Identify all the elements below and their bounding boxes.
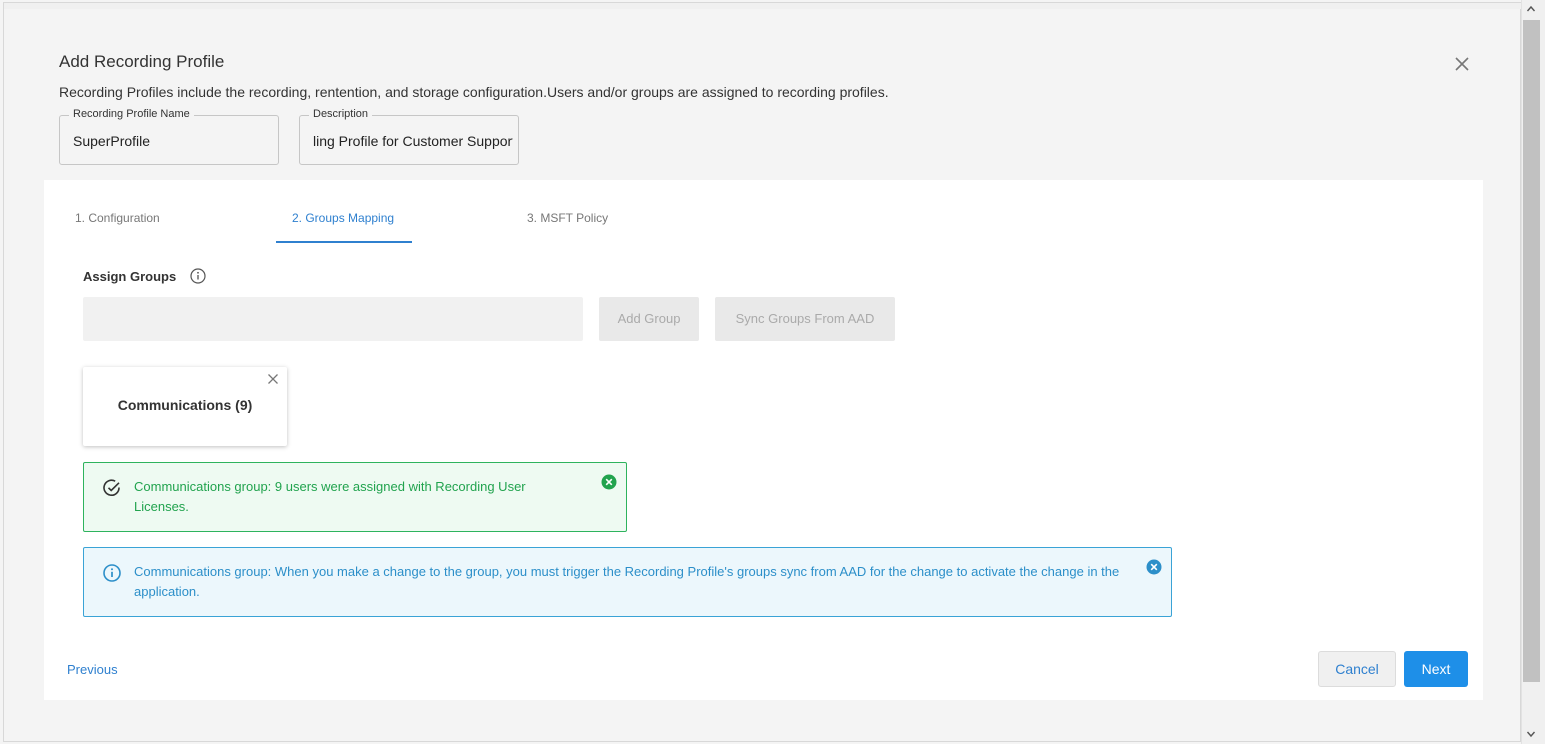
success-alert: Communications group: 9 users were assig… <box>83 462 627 532</box>
vertical-scrollbar[interactable] <box>1521 0 1545 744</box>
info-icon[interactable] <box>190 268 206 284</box>
profile-name-label: Recording Profile Name <box>69 108 194 120</box>
tab-configuration[interactable]: 1. Configuration <box>75 211 160 225</box>
close-alert-icon[interactable] <box>1146 559 1162 575</box>
info-circle-icon <box>103 564 121 582</box>
group-search-input[interactable] <box>83 297 583 341</box>
profile-name-value: SuperProfile <box>73 133 151 149</box>
info-alert-text: Communications group: When you make a ch… <box>134 564 1120 599</box>
dialog-title: Add Recording Profile <box>59 52 225 71</box>
group-card: Communications (9) <box>83 367 287 446</box>
profile-name-field[interactable]: Recording Profile Name SuperProfile <box>59 108 279 165</box>
dialog-subtitle: Recording Profiles include the recording… <box>59 84 889 100</box>
top-strip <box>4 3 1522 9</box>
scrollbar-thumb[interactable] <box>1523 20 1540 682</box>
add-group-button[interactable]: Add Group <box>599 297 699 341</box>
sync-groups-button[interactable]: Sync Groups From AAD <box>715 297 895 341</box>
group-card-label: Communications (9) <box>117 397 253 413</box>
description-label: Description <box>309 108 373 120</box>
close-alert-icon[interactable] <box>601 474 617 490</box>
previous-link[interactable]: Previous <box>67 662 118 677</box>
success-alert-text: Communications group: 9 users were assig… <box>134 479 526 514</box>
info-alert: Communications group: When you make a ch… <box>83 547 1172 617</box>
add-recording-profile-dialog: Add Recording Profile Recording Profiles… <box>3 2 1522 742</box>
check-circle-icon <box>103 479 120 496</box>
next-button[interactable]: Next <box>1404 651 1468 687</box>
scroll-up-icon[interactable] <box>1526 4 1536 14</box>
wizard-panel: 1. Configuration 2. Groups Mapping 3. MS… <box>44 180 1483 700</box>
assign-groups-label: Assign Groups <box>83 269 177 284</box>
tab-groups-mapping[interactable]: 2. Groups Mapping <box>292 211 394 225</box>
scroll-down-icon[interactable] <box>1526 729 1536 739</box>
close-icon[interactable] <box>1453 55 1471 73</box>
description-value: ling Profile for Customer Support <box>313 133 513 149</box>
active-tab-indicator <box>276 241 412 243</box>
cancel-button[interactable]: Cancel <box>1318 651 1396 687</box>
description-field[interactable]: Description ling Profile for Customer Su… <box>299 108 519 165</box>
tab-msft-policy[interactable]: 3. MSFT Policy <box>527 211 608 225</box>
remove-group-icon[interactable] <box>267 373 279 385</box>
